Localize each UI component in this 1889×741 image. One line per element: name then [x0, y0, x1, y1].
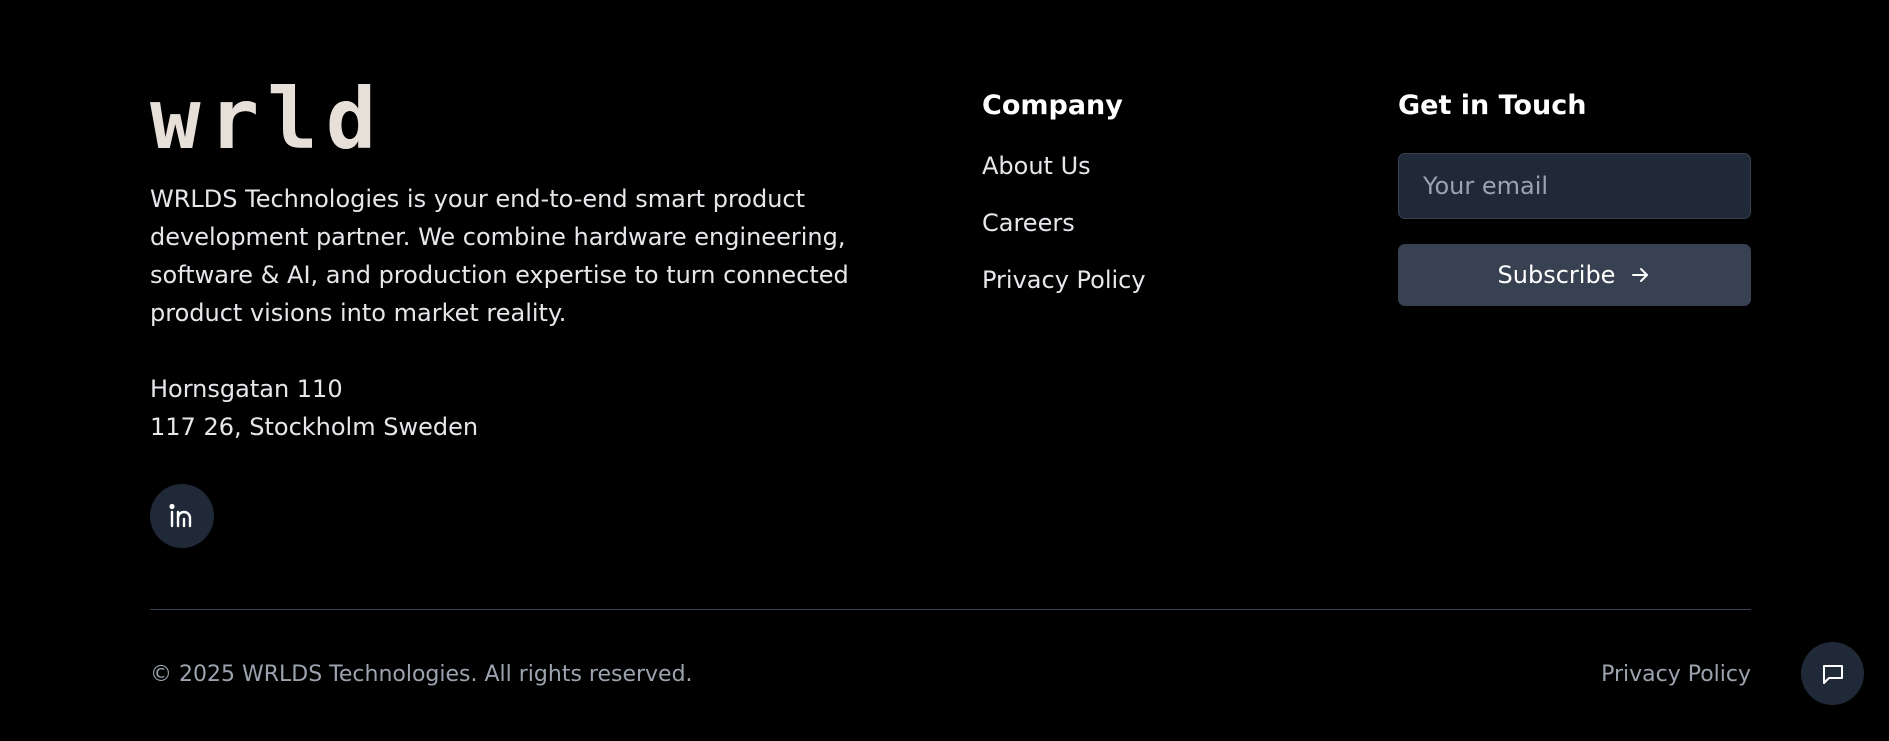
company-column: Company About Us Careers Privacy Policy	[982, 86, 1146, 321]
wrlds-logo[interactable]: wrlds	[150, 80, 386, 152]
linkedin-icon	[169, 503, 192, 528]
linkedin-button[interactable]	[150, 484, 214, 548]
email-input[interactable]	[1398, 153, 1751, 219]
link-privacy-policy[interactable]: Privacy Policy	[982, 264, 1146, 296]
chat-icon	[1822, 664, 1843, 684]
company-address: Hornsgatan 110 117 26, Stockholm Sweden	[150, 370, 910, 446]
bottom-privacy-link[interactable]: Privacy Policy	[1601, 660, 1751, 690]
footer-divider	[150, 609, 1751, 610]
chat-button[interactable]	[1801, 642, 1864, 705]
company-heading: Company	[982, 90, 1123, 121]
company-description: WRLDS Technologies is your end-to-end sm…	[150, 185, 849, 327]
site-footer: wrlds WRLDS Technologies is your end-to-…	[0, 0, 1889, 741]
about-column: wrlds WRLDS Technologies is your end-to-…	[150, 80, 910, 446]
company-links: About Us Careers Privacy Policy	[982, 150, 1146, 296]
copyright-text: © 2025 WRLDS Technologies. All rights re…	[150, 662, 693, 687]
logo-text: wrlds	[150, 80, 386, 152]
link-about-us[interactable]: About Us	[982, 150, 1146, 182]
subscribe-button[interactable]: Subscribe	[1398, 244, 1751, 306]
subscribe-label: Subscribe	[1497, 261, 1616, 289]
contact-column: Get in Touch Subscribe	[1398, 86, 1751, 306]
address-city: 117 26, Stockholm Sweden	[150, 413, 479, 441]
contact-heading: Get in Touch	[1398, 90, 1587, 121]
arrow-right-icon	[1632, 268, 1649, 282]
link-careers[interactable]: Careers	[982, 207, 1146, 239]
address-street: Hornsgatan 110	[150, 375, 343, 403]
